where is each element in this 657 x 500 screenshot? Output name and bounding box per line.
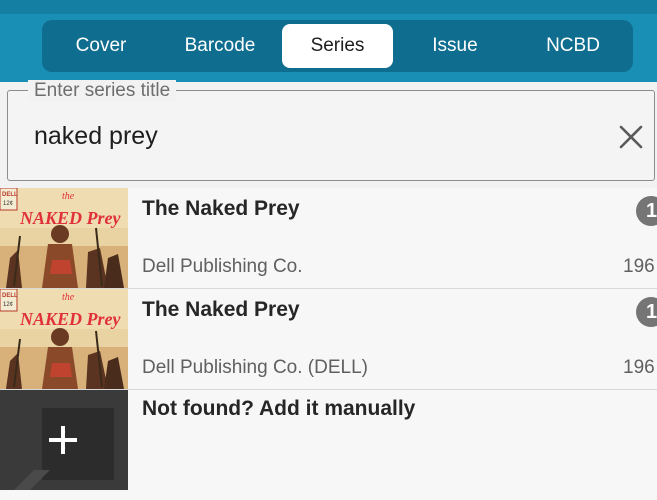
cover-title-small: the <box>62 292 75 303</box>
result-row[interactable]: DELL 12¢ the NAKED Prey The Naked Prey D… <box>0 188 657 290</box>
cover-title-large: NAKED Prey <box>19 309 122 329</box>
top-bar: Cover Barcode Series Issue NCBD <box>0 0 657 82</box>
add-manually-label: Not found? Add it manually <box>142 397 416 420</box>
tab-ncbd[interactable]: NCBD <box>520 24 626 68</box>
cover-title-large: NAKED Prey <box>19 208 122 228</box>
tab-cover[interactable]: Cover <box>50 24 152 68</box>
tab-issue[interactable]: Issue <box>402 24 508 68</box>
result-row[interactable]: DELL 12¢ the NAKED Prey The Naked Prey D… <box>0 289 657 391</box>
result-title: The Naked Prey <box>142 197 300 220</box>
result-title: The Naked Prey <box>142 298 300 321</box>
comic-cover-thumbnail: DELL 12¢ the NAKED Prey <box>0 188 128 288</box>
search-field-label: Enter series title <box>28 80 177 102</box>
search-mode-tabs: Cover Barcode Series Issue NCBD <box>42 20 633 72</box>
result-year: 196 <box>623 256 655 277</box>
result-publisher: Dell Publishing Co. (DELL) <box>142 357 368 378</box>
series-search-field[interactable]: Enter series title naked prey <box>7 80 655 181</box>
issue-count-badge: 1 <box>636 297 657 327</box>
search-input[interactable]: naked prey <box>34 122 158 151</box>
tab-barcode[interactable]: Barcode <box>162 24 278 68</box>
result-publisher: Dell Publishing Co. <box>142 256 303 277</box>
cover-price: 12¢ <box>3 201 13 207</box>
close-icon[interactable] <box>613 119 649 155</box>
comic-cover-thumbnail: DELL 12¢ the NAKED Prey <box>0 289 128 389</box>
issue-count-badge: 1 <box>636 196 657 226</box>
result-year: 196 <box>623 357 655 378</box>
tab-series[interactable]: Series <box>282 24 393 68</box>
plus-icon <box>0 390 128 490</box>
cover-brand: DELL <box>2 293 18 299</box>
cover-price: 12¢ <box>3 302 13 308</box>
status-strip <box>0 0 657 14</box>
cover-brand: DELL <box>2 192 18 198</box>
cover-title-small: the <box>62 191 75 202</box>
add-manually-row[interactable]: Not found? Add it manually <box>0 390 657 500</box>
